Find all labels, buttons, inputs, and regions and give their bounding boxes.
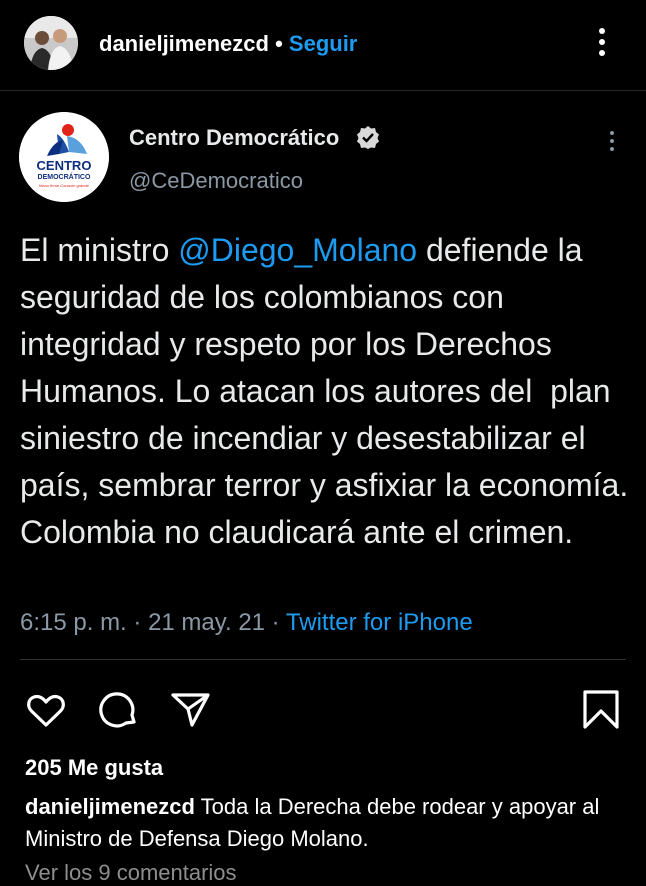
tweet-text-before: El ministro [20,232,179,268]
tweet-text: El ministro @Diego_Molano defiende la se… [20,227,635,556]
tweet-handle[interactable]: @CeDemocratico [129,168,303,194]
tweet-meta: 6:15 p. m. · 21 may. 21 · Twitter for iP… [20,609,473,637]
send-icon[interactable] [170,689,212,731]
comment-icon[interactable] [98,689,140,731]
tweet-card: CENTRO DEMOCRÁTICO Mano firme Corazón gr… [0,91,646,671]
post-caption: danieljimenezcd Toda la Derecha debe rod… [25,791,625,855]
caption-username[interactable]: danieljimenezcd [25,794,195,819]
tweet-avatar[interactable]: CENTRO DEMOCRÁTICO Mano firme Corazón gr… [19,112,109,202]
svg-text:DEMOCRÁTICO: DEMOCRÁTICO [38,172,91,181]
tweet-text-after: defiende la seguridad de los colombianos… [20,232,638,550]
view-comments-link[interactable]: Ver los 9 comentarios [25,860,237,886]
meta-separator: · [265,609,286,636]
user-avatar[interactable] [24,16,78,70]
tweet-divider [20,659,626,660]
svg-text:CENTRO: CENTRO [37,158,92,173]
post-header: danieljimenezcd • Seguir [0,0,646,91]
tweet-display-name[interactable]: Centro Democrático [129,125,339,151]
svg-text:Mano firme Corazón grande: Mano firme Corazón grande [39,183,90,188]
meta-separator: · [126,609,149,636]
tweet-mention-link[interactable]: @Diego_Molano [178,232,417,268]
more-vertical-icon[interactable] [596,28,608,62]
tweet-more-icon[interactable] [610,131,616,155]
tweet-source-link[interactable]: Twitter for iPhone [286,609,473,636]
follow-button[interactable]: Seguir [289,31,357,56]
heart-icon[interactable] [25,689,67,731]
post-username-row: danieljimenezcd • Seguir [99,31,357,57]
verified-badge-icon [357,126,379,149]
bookmark-icon[interactable] [580,689,622,731]
tweet-date: 21 may. 21 [148,609,266,636]
like-count[interactable]: 205 Me gusta [25,755,163,781]
tweet-time: 6:15 p. m. [20,609,127,636]
post-username[interactable]: danieljimenezcd [99,31,269,56]
separator-dot: • [275,31,283,56]
